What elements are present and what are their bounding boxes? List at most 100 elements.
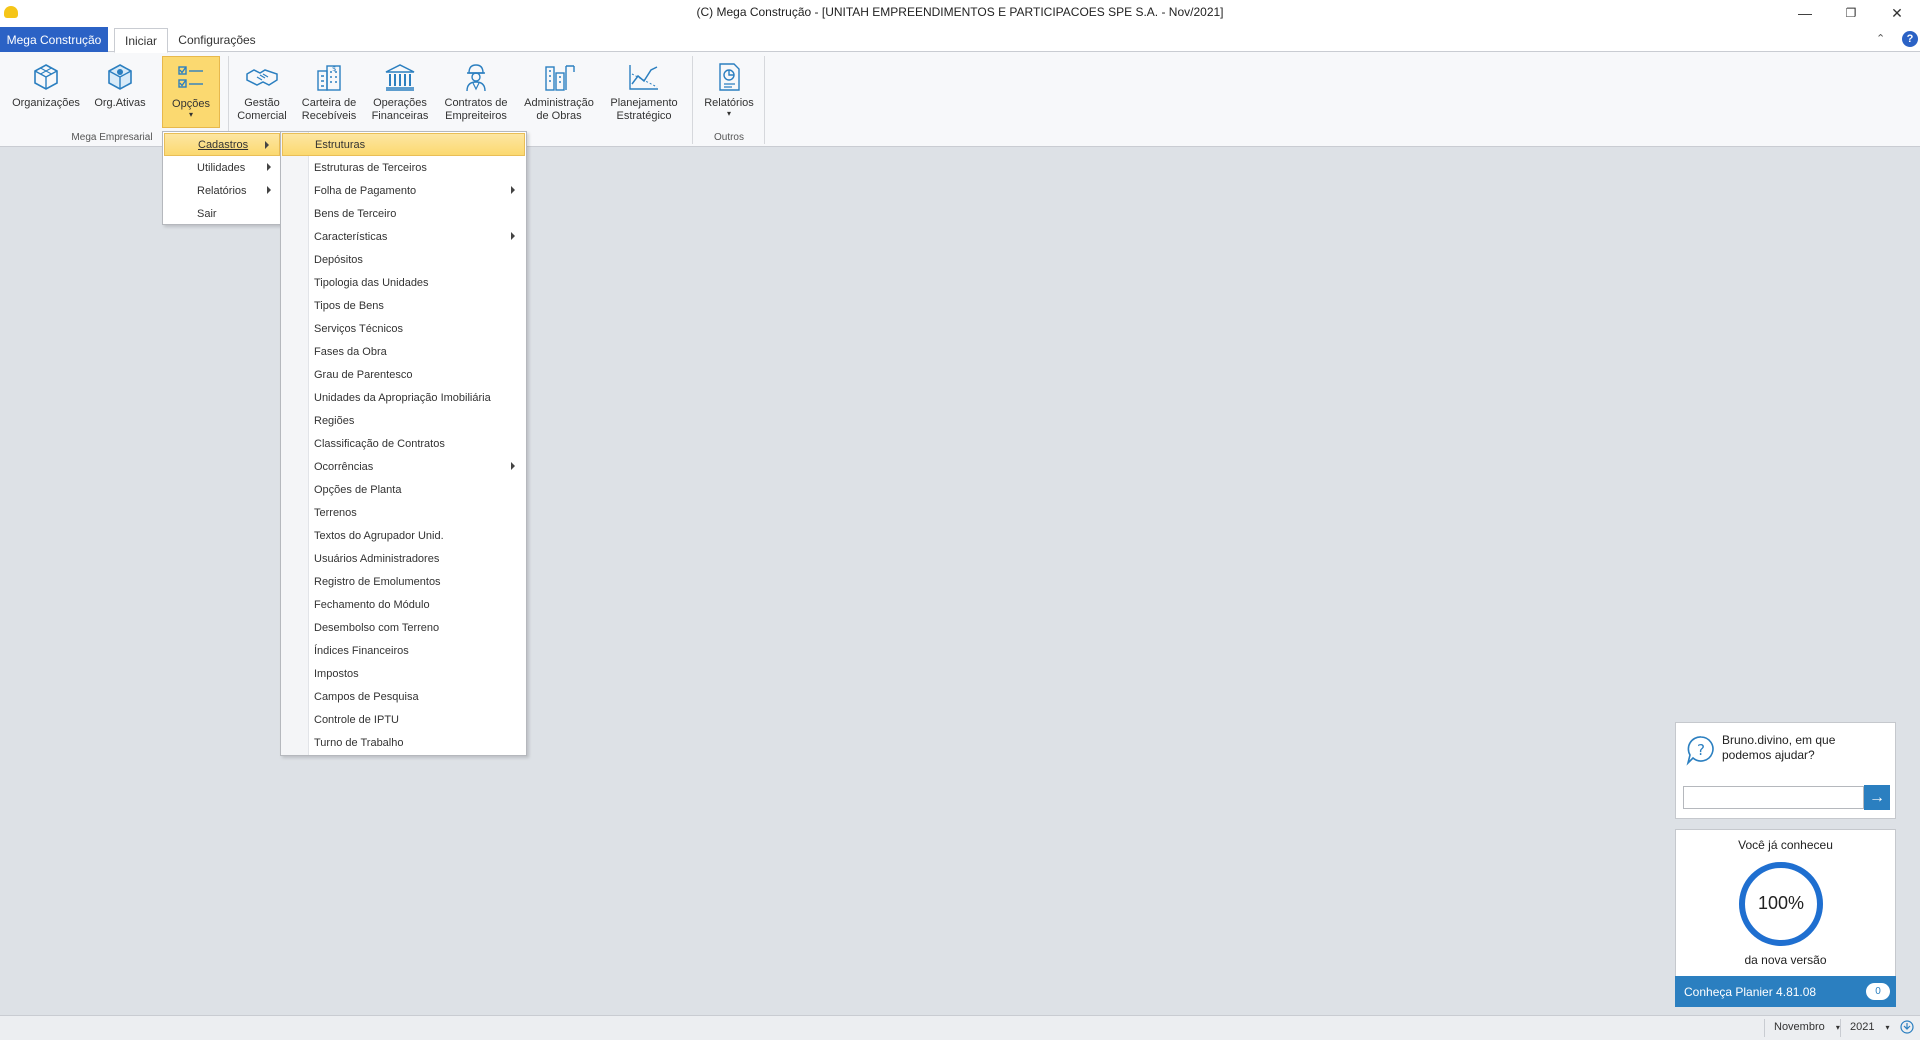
cadastros-menu-item[interactable]: Regiões bbox=[282, 409, 525, 432]
menu-item-label: Registro de Emolumentos bbox=[314, 575, 441, 588]
cube-icon bbox=[34, 64, 58, 90]
menu-item-label: Controle de IPTU bbox=[314, 713, 399, 726]
organizacoes-button[interactable]: Organizações bbox=[8, 56, 84, 128]
cadastros-menu-item[interactable]: Impostos bbox=[282, 662, 525, 685]
menu-item-relatorios[interactable]: Relatórios bbox=[163, 179, 281, 202]
help-icon[interactable]: ? bbox=[1902, 31, 1918, 47]
submenu-arrow-icon bbox=[265, 141, 269, 149]
organizacoes-label: Organizações bbox=[12, 97, 80, 109]
opcoes-button[interactable]: Opções ▾ bbox=[162, 56, 220, 128]
notification-badge: 0 bbox=[1866, 983, 1890, 1000]
cadastros-menu-item[interactable]: Ocorrências bbox=[282, 455, 525, 478]
relatorios-button[interactable]: Relatórios ▾ bbox=[696, 56, 762, 128]
minimize-button[interactable]: — bbox=[1782, 0, 1828, 26]
menu-item-label: Desembolso com Terreno bbox=[314, 621, 440, 634]
menu-item-label: Folha de Pagamento bbox=[314, 184, 417, 197]
question-bubble-icon: ? bbox=[1686, 736, 1714, 766]
version-bottom-text: da nova versão bbox=[1744, 953, 1827, 967]
help-search-input[interactable] bbox=[1683, 786, 1864, 809]
help-prompt: Bruno.divino, em que podemos ajudar? bbox=[1722, 733, 1836, 762]
group-separator bbox=[764, 56, 765, 144]
cadastros-menu-item[interactable]: Tipos de Bens bbox=[282, 294, 525, 317]
menu-item-label: Regiões bbox=[314, 414, 355, 427]
cadastros-menu-item[interactable]: Terrenos bbox=[282, 501, 525, 524]
collapse-ribbon-icon[interactable]: ⌃ bbox=[1876, 32, 1885, 45]
org-ativas-button[interactable]: Org.Ativas bbox=[84, 56, 156, 128]
chart-icon bbox=[629, 65, 658, 90]
menu-item-cadastros[interactable]: Cadastros bbox=[164, 133, 280, 156]
cadastros-menu-item[interactable]: Unidades da Apropriação Imobiliária bbox=[282, 386, 525, 409]
menu-item-label: Classificação de Contratos bbox=[314, 437, 445, 450]
menu-item-label: Cadastros bbox=[198, 138, 249, 151]
menu-item-label: Serviços Técnicos bbox=[314, 322, 404, 335]
gestao-comercial-button[interactable]: Gestão Comercial bbox=[232, 56, 292, 128]
cadastros-menu-item[interactable]: Serviços Técnicos bbox=[282, 317, 525, 340]
cadastros-menu-item[interactable]: Textos do Agrupador Unid. bbox=[282, 524, 525, 547]
cadastros-menu-item[interactable]: Usuários Administradores bbox=[282, 547, 525, 570]
menu-item-label: Utilidades bbox=[197, 161, 246, 174]
dropdown-arrow-icon: ▾ bbox=[188, 110, 193, 119]
year-value: 2021 bbox=[1850, 1021, 1875, 1033]
building-dollar-icon: $ bbox=[317, 65, 341, 91]
cadastros-menu-item[interactable]: Opções de Planta bbox=[282, 478, 525, 501]
checklist-icon bbox=[178, 66, 203, 88]
network-status-icon[interactable] bbox=[1900, 1020, 1914, 1034]
chevron-down-icon: ▾ bbox=[1885, 1023, 1890, 1032]
month-selector[interactable]: Novembro ▾ bbox=[1774, 1021, 1840, 1033]
cadastros-menu-item[interactable]: Campos de Pesquisa bbox=[282, 685, 525, 708]
planejamento-estrategico-button[interactable]: Planejamento Estratégico bbox=[602, 56, 686, 128]
menu-item-label: Características bbox=[314, 230, 388, 243]
help-submit-button[interactable]: → bbox=[1864, 785, 1890, 810]
submenu-arrow-icon bbox=[267, 163, 271, 171]
cadastros-menu-item[interactable]: Características bbox=[282, 225, 525, 248]
cube-active-icon bbox=[108, 64, 132, 90]
status-separator bbox=[1840, 1019, 1841, 1037]
cadastros-menu-item[interactable]: Estruturas de Terceiros bbox=[282, 156, 525, 179]
opcoes-menu: Cadastros Utilidades Relatórios Sair bbox=[162, 131, 282, 225]
administracao-obras-button[interactable]: Administração de Obras bbox=[518, 56, 600, 128]
cadastros-menu-item[interactable]: Índices Financeiros bbox=[282, 639, 525, 662]
menu-item-label: Grau de Parentesco bbox=[314, 368, 413, 381]
gestao-comercial-label: Gestão Comercial bbox=[237, 97, 287, 122]
group-separator bbox=[692, 56, 693, 144]
menu-item-utilidades[interactable]: Utilidades bbox=[163, 156, 281, 179]
cadastros-menu-item[interactable]: Bens de Terceiro bbox=[282, 202, 525, 225]
menu-item-label: Usuários Administradores bbox=[314, 552, 440, 565]
cadastros-menu-item[interactable]: Turno de Trabalho bbox=[282, 731, 525, 754]
administracao-obras-label: Administração de Obras bbox=[524, 97, 594, 122]
menu-item-label: Tipos de Bens bbox=[314, 299, 384, 312]
contratos-empreiteiros-label: Contratos de Empreiteiros bbox=[444, 97, 508, 122]
menu-item-sair[interactable]: Sair bbox=[163, 202, 281, 225]
operacoes-financeiras-button[interactable]: Operações Financeiras bbox=[366, 56, 434, 128]
handshake-icon bbox=[246, 69, 278, 86]
year-selector[interactable]: 2021 ▾ bbox=[1850, 1021, 1890, 1033]
cadastros-menu-item[interactable]: Controle de IPTU bbox=[282, 708, 525, 731]
cadastros-menu-item[interactable]: Depósitos bbox=[282, 248, 525, 271]
menu-item-label: Campos de Pesquisa bbox=[314, 690, 419, 703]
menu-item-label: Estruturas bbox=[315, 138, 366, 151]
month-value: Novembro bbox=[1774, 1021, 1825, 1033]
cadastros-menu-item[interactable]: Registro de Emolumentos bbox=[282, 570, 525, 593]
close-button[interactable]: ✕ bbox=[1874, 0, 1920, 26]
menu-item-label: Unidades da Apropriação Imobiliária bbox=[314, 391, 491, 404]
cadastros-menu-item[interactable]: Desembolso com Terreno bbox=[282, 616, 525, 639]
cadastros-menu-item[interactable]: Folha de Pagamento bbox=[282, 179, 525, 202]
contratos-empreiteiros-button[interactable]: Contratos de Empreiteiros bbox=[436, 56, 516, 128]
conheca-planier-link[interactable]: Conheça Planier 4.81.08 bbox=[1675, 976, 1896, 1007]
menu-item-label: Opções de Planta bbox=[314, 483, 402, 496]
menu-item-label: Turno de Trabalho bbox=[314, 736, 404, 749]
construction-icon bbox=[545, 65, 575, 91]
cadastros-menu-item[interactable]: Estruturas bbox=[282, 133, 525, 156]
cadastros-menu-item[interactable]: Classificação de Contratos bbox=[282, 432, 525, 455]
cadastros-menu-item[interactable]: Fechamento do Módulo bbox=[282, 593, 525, 616]
restore-button[interactable]: ❐ bbox=[1828, 0, 1874, 26]
carteira-recebiveis-label: Carteira de Recebíveis bbox=[301, 97, 357, 122]
cadastros-menu-item[interactable]: Tipologia das Unidades bbox=[282, 271, 525, 294]
cadastros-menu-item[interactable]: Fases da Obra bbox=[282, 340, 525, 363]
tab-iniciar[interactable]: Iniciar bbox=[114, 28, 168, 53]
version-top-text: Você já conheceu bbox=[1738, 838, 1833, 852]
carteira-recebiveis-button[interactable]: $ Carteira de Recebíveis bbox=[294, 56, 364, 128]
tab-mega-construcao[interactable]: Mega Construção bbox=[0, 27, 108, 52]
cadastros-menu-item[interactable]: Grau de Parentesco bbox=[282, 363, 525, 386]
tab-configuracoes[interactable]: Configurações bbox=[174, 28, 260, 52]
